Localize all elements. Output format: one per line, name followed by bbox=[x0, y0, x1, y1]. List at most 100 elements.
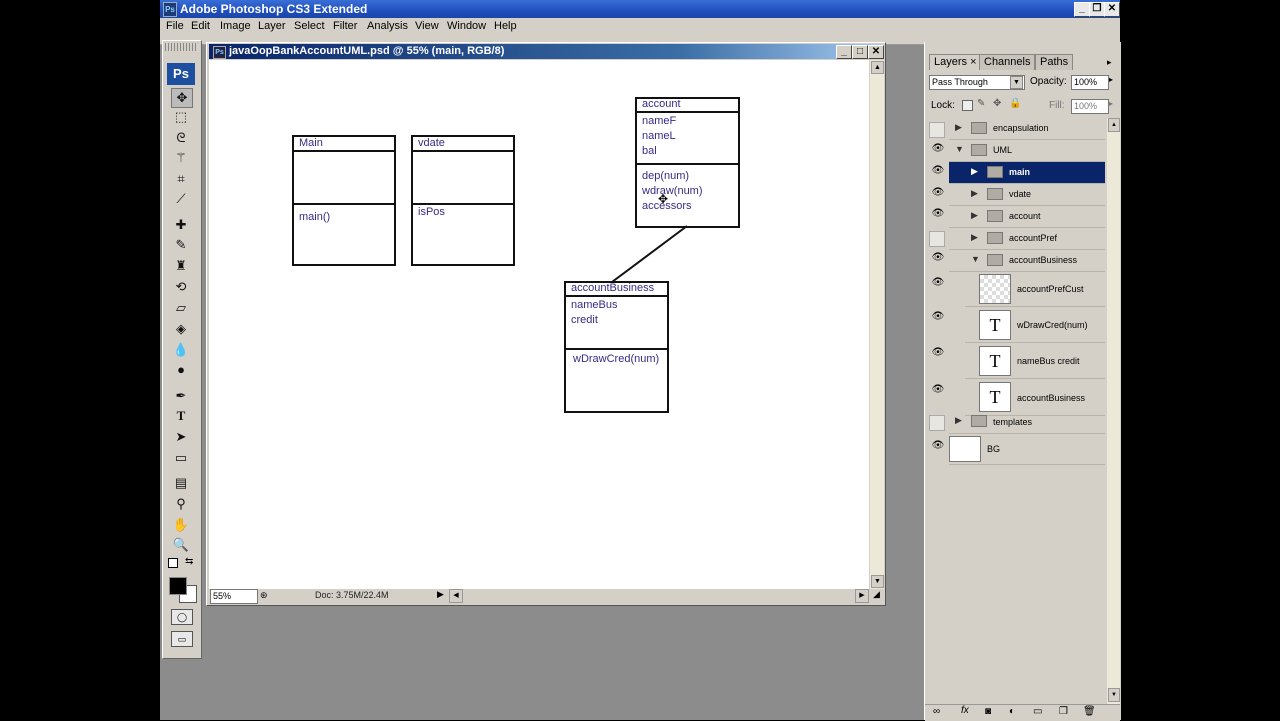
panel-scrollbar[interactable]: ▲ ▼ bbox=[1107, 118, 1120, 704]
photoshop-logo[interactable]: Ps bbox=[167, 63, 195, 85]
expand-triangle-icon[interactable]: ▶ bbox=[971, 166, 978, 177]
layer-group-templates[interactable]: ▶ templates bbox=[949, 411, 1105, 434]
pen-tool-icon[interactable]: ✒ bbox=[171, 387, 191, 405]
new-layer-icon[interactable]: ❐ bbox=[1059, 706, 1068, 717]
close-button[interactable]: ✕ bbox=[1104, 2, 1120, 17]
scroll-up-icon[interactable]: ▲ bbox=[1108, 118, 1120, 132]
menu-analysis[interactable]: Analysis bbox=[367, 20, 408, 32]
blend-mode-select[interactable]: Pass Through ▼ bbox=[929, 75, 1025, 90]
expand-triangle-icon[interactable]: ▶ bbox=[971, 188, 978, 199]
layer-group-accountpref[interactable]: ▶ accountPref bbox=[949, 228, 1105, 250]
move-tool-icon[interactable]: ✥ bbox=[171, 88, 193, 108]
visibility-toggle[interactable] bbox=[929, 231, 945, 247]
tab-layers[interactable]: Layers × bbox=[929, 54, 982, 70]
menu-select[interactable]: Select bbox=[294, 20, 325, 32]
doc-minimize-button[interactable]: _ bbox=[836, 45, 852, 59]
menu-file[interactable]: File bbox=[166, 20, 184, 32]
history-brush-icon[interactable]: ⟲ bbox=[171, 278, 191, 296]
status-menu-arrow-icon[interactable]: ▶ bbox=[437, 589, 444, 600]
layer-text-namebus-credit[interactable]: T nameBus credit bbox=[965, 343, 1105, 379]
path-selection-icon[interactable]: ➤ bbox=[171, 428, 191, 446]
uml-class-accountBusiness[interactable]: accountBusiness nameBus credit wDrawCred… bbox=[564, 281, 669, 413]
uml-class-main[interactable]: Main main() bbox=[292, 135, 396, 266]
layer-group-encapsulation[interactable]: ▶ encapsulation bbox=[949, 118, 1105, 140]
link-layers-icon[interactable]: ∞ bbox=[933, 706, 940, 717]
eye-icon[interactable]: 👁 bbox=[931, 384, 945, 395]
menu-layer[interactable]: Layer bbox=[258, 20, 286, 32]
canvas[interactable]: Main main() vdate isPos account nameF na… bbox=[209, 60, 869, 589]
fill-arrow-icon[interactable]: ▸ bbox=[1109, 99, 1113, 108]
screen-mode-icon[interactable]: ▭ bbox=[171, 631, 193, 647]
collapse-triangle-icon[interactable]: ▼ bbox=[955, 144, 964, 154]
notes-tool-icon[interactable]: ▤ bbox=[171, 474, 191, 492]
adjustment-layer-icon[interactable]: ◐ bbox=[1009, 706, 1015, 717]
marquee-tool-icon[interactable]: ⬚ bbox=[171, 108, 191, 126]
eye-icon[interactable]: 👁 bbox=[931, 165, 945, 176]
uml-class-account[interactable]: account nameF nameL bal dep(num) wdraw(n… bbox=[635, 97, 740, 228]
paint-bucket-icon[interactable]: ◈ bbox=[171, 320, 191, 338]
slice-tool-icon[interactable]: ⟋ bbox=[171, 190, 191, 208]
collapse-triangle-icon[interactable]: ▼ bbox=[971, 254, 980, 264]
menu-window[interactable]: Window bbox=[447, 20, 486, 32]
menu-filter[interactable]: Filter bbox=[333, 20, 357, 32]
menu-edit[interactable]: Edit bbox=[191, 20, 210, 32]
layer-group-account[interactable]: ▶ account bbox=[949, 206, 1105, 228]
eye-icon[interactable]: 👁 bbox=[931, 347, 945, 358]
minimize-button[interactable]: _ bbox=[1074, 2, 1090, 17]
expand-triangle-icon[interactable]: ▶ bbox=[955, 122, 962, 133]
layer-group-vdate[interactable]: ▶ vdate bbox=[949, 184, 1105, 206]
layer-mask-icon[interactable]: ◙ bbox=[985, 706, 991, 717]
layer-text-wdrawcred[interactable]: T wDrawCred(num) bbox=[965, 307, 1105, 343]
scroll-down-icon[interactable]: ▼ bbox=[871, 575, 884, 588]
layer-background[interactable]: BG bbox=[949, 434, 1105, 465]
scroll-up-icon[interactable]: ▲ bbox=[871, 61, 884, 74]
scroll-down-icon[interactable]: ▼ bbox=[1108, 688, 1120, 702]
doc-maximize-button[interactable]: □ bbox=[852, 45, 868, 59]
lasso-tool-icon[interactable]: ᘓ bbox=[171, 129, 191, 147]
doc-close-button[interactable]: ✕ bbox=[868, 45, 884, 59]
lock-position-icon[interactable]: ✥ bbox=[993, 98, 1001, 109]
lock-pixels-icon[interactable]: ✎ bbox=[977, 98, 985, 109]
blur-tool-icon[interactable]: 💧 bbox=[171, 341, 191, 359]
crop-tool-icon[interactable]: ⌗ bbox=[171, 170, 191, 188]
visibility-toggle[interactable] bbox=[929, 415, 945, 431]
eye-icon[interactable]: 👁 bbox=[931, 208, 945, 219]
panel-menu-icon[interactable]: ▸ bbox=[1107, 57, 1112, 68]
hand-tool-icon[interactable]: ✋ bbox=[171, 516, 191, 534]
status-options-icon[interactable]: ⊛ bbox=[260, 590, 268, 601]
new-group-icon[interactable]: ▭ bbox=[1033, 706, 1042, 717]
eraser-tool-icon[interactable]: ▱ bbox=[171, 299, 191, 317]
lock-all-icon[interactable]: 🔒 bbox=[1009, 98, 1021, 109]
zoom-field[interactable]: 55% bbox=[210, 589, 258, 604]
eye-icon[interactable]: 👁 bbox=[931, 440, 945, 451]
default-colors-icon[interactable] bbox=[168, 558, 178, 568]
menu-image[interactable]: Image bbox=[220, 20, 251, 32]
tab-paths[interactable]: Paths bbox=[1035, 54, 1074, 70]
fill-field[interactable]: 100% bbox=[1071, 99, 1109, 114]
clone-stamp-icon[interactable]: ♜ bbox=[171, 257, 191, 275]
tab-close-icon[interactable]: × bbox=[970, 56, 976, 68]
brush-tool-icon[interactable]: ✎ bbox=[171, 236, 191, 254]
eyedropper-icon[interactable]: ⚲ bbox=[171, 495, 191, 513]
healing-brush-icon[interactable]: ✚ bbox=[171, 216, 191, 234]
opacity-field[interactable]: 100% bbox=[1071, 75, 1109, 90]
eye-icon[interactable]: 👁 bbox=[931, 187, 945, 198]
expand-triangle-icon[interactable]: ▶ bbox=[955, 415, 962, 426]
visibility-toggle[interactable] bbox=[929, 122, 945, 138]
expand-triangle-icon[interactable]: ▶ bbox=[971, 232, 978, 243]
scroll-right-icon[interactable]: ▶ bbox=[855, 589, 869, 603]
uml-class-vdate[interactable]: vdate isPos bbox=[411, 135, 515, 266]
rectangle-tool-icon[interactable]: ▭ bbox=[171, 449, 191, 467]
tab-channels[interactable]: Channels bbox=[979, 54, 1036, 70]
layer-accountprefcust[interactable]: accountPrefCust bbox=[965, 272, 1105, 307]
eye-icon[interactable]: 👁 bbox=[931, 277, 945, 288]
lock-transparency-icon[interactable] bbox=[962, 100, 973, 111]
vertical-scrollbar[interactable]: ▲ ▼ bbox=[870, 60, 884, 589]
toolbox-grip[interactable] bbox=[165, 43, 197, 51]
restore-button[interactable]: ❐ bbox=[1089, 2, 1105, 17]
type-tool-icon[interactable]: T bbox=[171, 407, 191, 425]
swap-colors-icon[interactable]: ⇆ bbox=[185, 556, 193, 567]
chevron-down-icon[interactable]: ▼ bbox=[1010, 76, 1023, 89]
eye-icon[interactable]: 👁 bbox=[931, 311, 945, 322]
menu-help[interactable]: Help bbox=[494, 20, 517, 32]
